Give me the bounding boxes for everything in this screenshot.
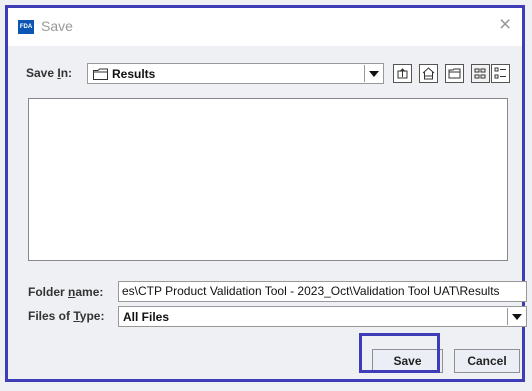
list-view-button[interactable] <box>471 64 490 83</box>
files-of-type-value: All Files <box>123 310 170 324</box>
save-in-label-suffix: n: <box>60 66 73 80</box>
folder-name-label: Folder name: <box>28 285 103 299</box>
home-folder-button[interactable] <box>419 64 438 83</box>
details-view-icon <box>494 67 506 79</box>
folder-name-input[interactable]: es\CTP Product Validation Tool - 2023_Oc… <box>118 281 527 302</box>
files-of-type-dropdown[interactable]: All Files <box>118 306 527 327</box>
new-folder-button[interactable] <box>445 64 464 83</box>
folder-name-label-suffix: ame: <box>75 285 104 299</box>
up-one-level-button[interactable] <box>393 64 412 83</box>
save-dialog: FDA Save × Save In: Results Folder name:… <box>5 5 527 382</box>
save-in-label: Save In: <box>26 66 72 80</box>
screen-background: FDA Save × Save In: Results Folder name:… <box>0 0 532 391</box>
chevron-down-icon[interactable] <box>507 308 525 325</box>
new-folder-icon <box>448 68 461 79</box>
file-list[interactable] <box>28 98 508 261</box>
save-in-dropdown[interactable]: Results <box>87 63 384 84</box>
files-of-type-label: Files of Type: <box>28 309 104 323</box>
folder-name-label-prefix: Folder <box>28 285 69 299</box>
details-view-button[interactable] <box>491 64 510 83</box>
home-folder-icon <box>422 67 435 80</box>
title-bar: FDA Save × <box>8 8 522 46</box>
folder-icon <box>93 68 108 80</box>
list-view-icon <box>474 68 486 79</box>
close-icon[interactable]: × <box>499 13 511 37</box>
save-in-value: Results <box>112 67 156 81</box>
save-button-highlight <box>359 333 440 373</box>
files-of-type-label-suffix: ype: <box>79 309 105 323</box>
chevron-down-icon[interactable] <box>364 65 382 82</box>
up-one-level-icon <box>397 68 408 79</box>
files-of-type-label-prefix: Files of <box>28 309 74 323</box>
save-in-label-prefix: Save <box>26 66 58 80</box>
cancel-button[interactable]: Cancel <box>454 349 520 373</box>
window-title: Save <box>41 18 73 34</box>
app-logo-icon: FDA <box>18 20 34 34</box>
